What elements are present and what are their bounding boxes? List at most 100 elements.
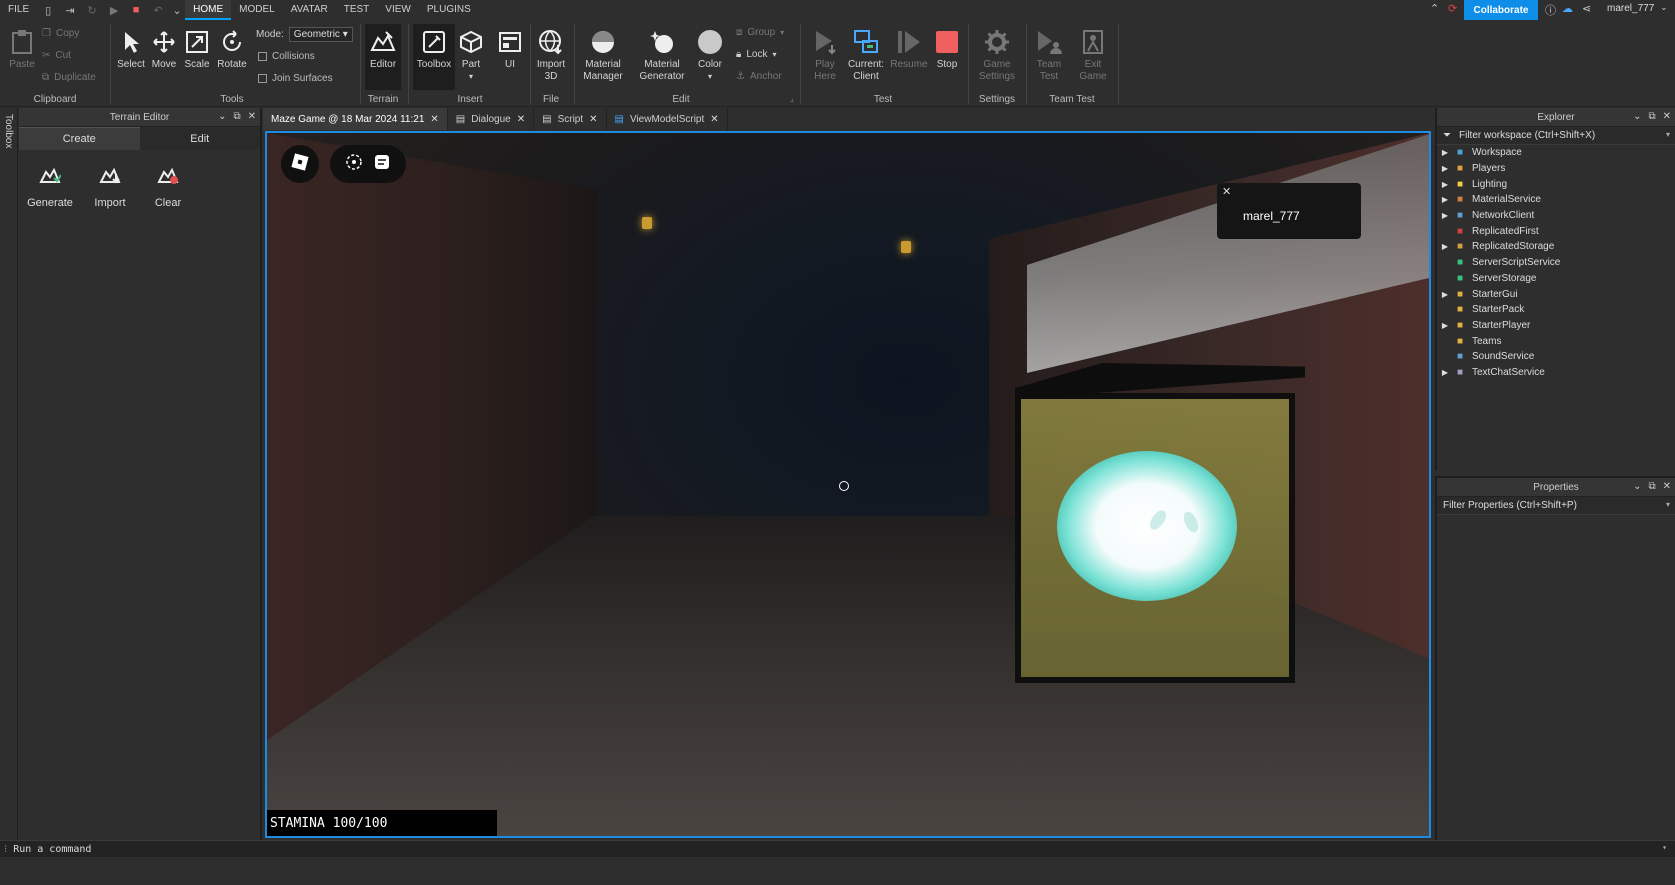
current-client-button[interactable]: Current: Client <box>847 28 885 83</box>
copy-button[interactable]: ❐ Copy <box>42 28 79 39</box>
explorer-item-serverscriptservice[interactable]: ■ ServerScriptService <box>1437 255 1675 271</box>
redo-icon[interactable]: ↻ <box>85 3 99 17</box>
tab-edit[interactable]: Edit <box>139 127 260 150</box>
close-icon[interactable]: ✕ <box>430 114 438 125</box>
expand-arrow-icon[interactable]: ▶ <box>1437 242 1453 251</box>
chevron-down-icon[interactable]: ⌄ <box>218 111 226 122</box>
duplicate-button[interactable]: ⧉ Duplicate <box>42 72 96 83</box>
lock-button[interactable]: 🔒︎ Lock ▾ <box>736 49 776 60</box>
quick-access-dropdown-icon[interactable]: ⌄ <box>173 3 182 17</box>
close-icon[interactable]: ✕ <box>1222 185 1231 198</box>
select-tool-button[interactable]: Select <box>116 28 146 71</box>
close-icon[interactable]: ✕ <box>517 114 525 125</box>
chevron-down-icon[interactable]: ⌄ <box>1633 111 1641 122</box>
part-button[interactable]: Part ▾ <box>456 28 486 83</box>
new-file-icon[interactable]: ▯ <box>41 3 55 17</box>
menu-test[interactable]: TEST <box>336 0 378 20</box>
account-dropdown-icon[interactable]: ⌄ <box>1660 2 1668 13</box>
resume-button[interactable]: Resume <box>890 28 928 71</box>
expand-arrow-icon[interactable]: ▶ <box>1437 368 1453 377</box>
menu-model[interactable]: MODEL <box>231 0 283 20</box>
material-generator-button[interactable]: Material Generator <box>636 28 688 83</box>
team-test-button[interactable]: Team Test <box>1032 28 1066 83</box>
play-icon[interactable]: ▶ <box>107 3 121 17</box>
undock-icon[interactable]: ⧉ <box>233 111 240 122</box>
stop-button[interactable]: Stop <box>932 28 962 71</box>
close-icon[interactable]: ✕ <box>1663 481 1671 492</box>
rotate-tool-button[interactable]: Rotate <box>215 28 249 71</box>
explorer-item-replicatedstorage[interactable]: ▶ ■ ReplicatedStorage <box>1437 239 1675 255</box>
chat-icon[interactable] <box>373 153 391 176</box>
expand-arrow-icon[interactable]: ▶ <box>1437 321 1453 330</box>
expand-arrow-icon[interactable]: ▶ <box>1437 164 1453 173</box>
explorer-item-serverstorage[interactable]: ■ ServerStorage <box>1437 271 1675 287</box>
scale-tool-button[interactable]: Scale <box>182 28 212 71</box>
terrain-editor-button[interactable]: Editor <box>365 24 401 90</box>
collisions-toggle[interactable]: Collisions <box>258 51 315 62</box>
collaborate-button[interactable]: Collaborate <box>1464 0 1538 20</box>
expand-arrow-icon[interactable]: ▶ <box>1437 211 1453 220</box>
expand-arrow-icon[interactable]: ▶ <box>1437 290 1453 299</box>
explorer-item-starterpack[interactable]: ■ StarterPack <box>1437 302 1675 318</box>
roblox-menu-button[interactable] <box>281 145 319 183</box>
game-viewport[interactable]: ✕ marel_777 STAMINA 100/100 <box>265 131 1431 838</box>
menu-view[interactable]: VIEW <box>377 0 419 20</box>
ui-button[interactable]: UI <box>495 28 525 71</box>
generate-tool[interactable]: Generate <box>25 166 75 209</box>
toolbox-button[interactable]: Toolbox <box>413 24 455 90</box>
chevron-down-icon[interactable]: ⌄ <box>1633 481 1641 492</box>
properties-filter[interactable]: Filter Properties (Ctrl+Shift+P) ▾ <box>1437 497 1675 515</box>
expand-arrow-icon[interactable]: ▶ <box>1437 195 1453 204</box>
edit-group-expand-icon[interactable]: ⌟ <box>790 94 794 103</box>
collapse-ribbon-icon[interactable]: ⌃ <box>1430 2 1439 15</box>
import-tool[interactable]: Import <box>85 166 135 209</box>
explorer-item-players[interactable]: ▶ ■ Players <box>1437 161 1675 177</box>
cut-button[interactable]: ✂ Cut <box>42 50 71 61</box>
mode-dropdown[interactable]: Geometric ▾ <box>288 27 353 42</box>
group-button[interactable]: ⧈ Group ▾ <box>736 27 784 38</box>
explorer-item-lighting[interactable]: ▶ ■ Lighting <box>1437 176 1675 192</box>
undock-icon[interactable]: ⧉ <box>1648 111 1655 122</box>
expand-arrow-icon[interactable]: ▶ <box>1437 148 1453 157</box>
command-bar[interactable]: ⁝ Run a command ▾ <box>0 840 1675 857</box>
explorer-item-starterplayer[interactable]: ▶ ■ StarterPlayer <box>1437 318 1675 334</box>
import-3d-button[interactable]: Import 3D <box>533 28 569 83</box>
tab-dialogue[interactable]: ▤ Dialogue ✕ <box>448 108 535 130</box>
explorer-item-workspace[interactable]: ▶ ■ Workspace <box>1437 145 1675 161</box>
tab-viewmodelscript[interactable]: ▤ ViewModelScript ✕ <box>607 108 728 130</box>
menu-avatar[interactable]: AVATAR <box>283 0 336 20</box>
join-surfaces-checkbox[interactable] <box>258 74 267 83</box>
menu-plugins[interactable]: PLUGINS <box>419 0 479 20</box>
sync-icon[interactable]: ⟳ <box>1448 2 1457 15</box>
explorer-item-startergui[interactable]: ▶ ■ StarterGui <box>1437 286 1675 302</box>
explorer-item-soundservice[interactable]: ■ SoundService <box>1437 349 1675 365</box>
color-button[interactable]: Color ▾ <box>695 28 725 83</box>
paste-button[interactable]: Paste <box>6 28 38 71</box>
cloud-icon[interactable]: ☁ <box>1562 2 1573 15</box>
explorer-item-networkclient[interactable]: ▶ ■ NetworkClient <box>1437 208 1675 224</box>
menu-home[interactable]: HOME <box>185 0 232 20</box>
undock-icon[interactable]: ⧉ <box>1648 481 1655 492</box>
tab-create[interactable]: Create <box>19 127 140 150</box>
game-settings-button[interactable]: Game Settings <box>973 28 1021 83</box>
clear-tool[interactable]: Clear <box>143 166 193 209</box>
move-tool-button[interactable]: Move <box>149 28 179 71</box>
stop-icon[interactable]: ■ <box>129 3 143 17</box>
close-icon[interactable]: ✕ <box>710 114 718 125</box>
username[interactable]: marel_777 <box>1607 3 1654 14</box>
help-icon[interactable]: ⓘ <box>1545 2 1556 18</box>
command-input[interactable]: Run a command <box>13 844 91 855</box>
explorer-item-textchatservice[interactable]: ▶ ■ TextChatService <box>1437 365 1675 381</box>
undo-icon[interactable]: ↶ <box>151 3 165 17</box>
play-here-button[interactable]: Play Here <box>806 28 844 83</box>
share-icon[interactable]: ⋖ <box>1582 2 1591 15</box>
explorer-filter[interactable]: ⏷ Filter workspace (Ctrl+Shift+X) ▾ <box>1437 127 1675 145</box>
open-icon[interactable]: ⇥ <box>63 3 77 17</box>
expand-arrow-icon[interactable]: ▶ <box>1437 180 1453 189</box>
join-surfaces-toggle[interactable]: Join Surfaces <box>258 73 333 84</box>
chevron-down-icon[interactable]: ▾ <box>1666 500 1670 509</box>
chevron-down-icon[interactable]: ▾ <box>1666 130 1670 139</box>
chevron-down-icon[interactable]: ▾ <box>1662 843 1667 852</box>
menu-file[interactable]: FILE <box>0 0 37 20</box>
explorer-item-materialservice[interactable]: ▶ ■ MaterialService <box>1437 192 1675 208</box>
